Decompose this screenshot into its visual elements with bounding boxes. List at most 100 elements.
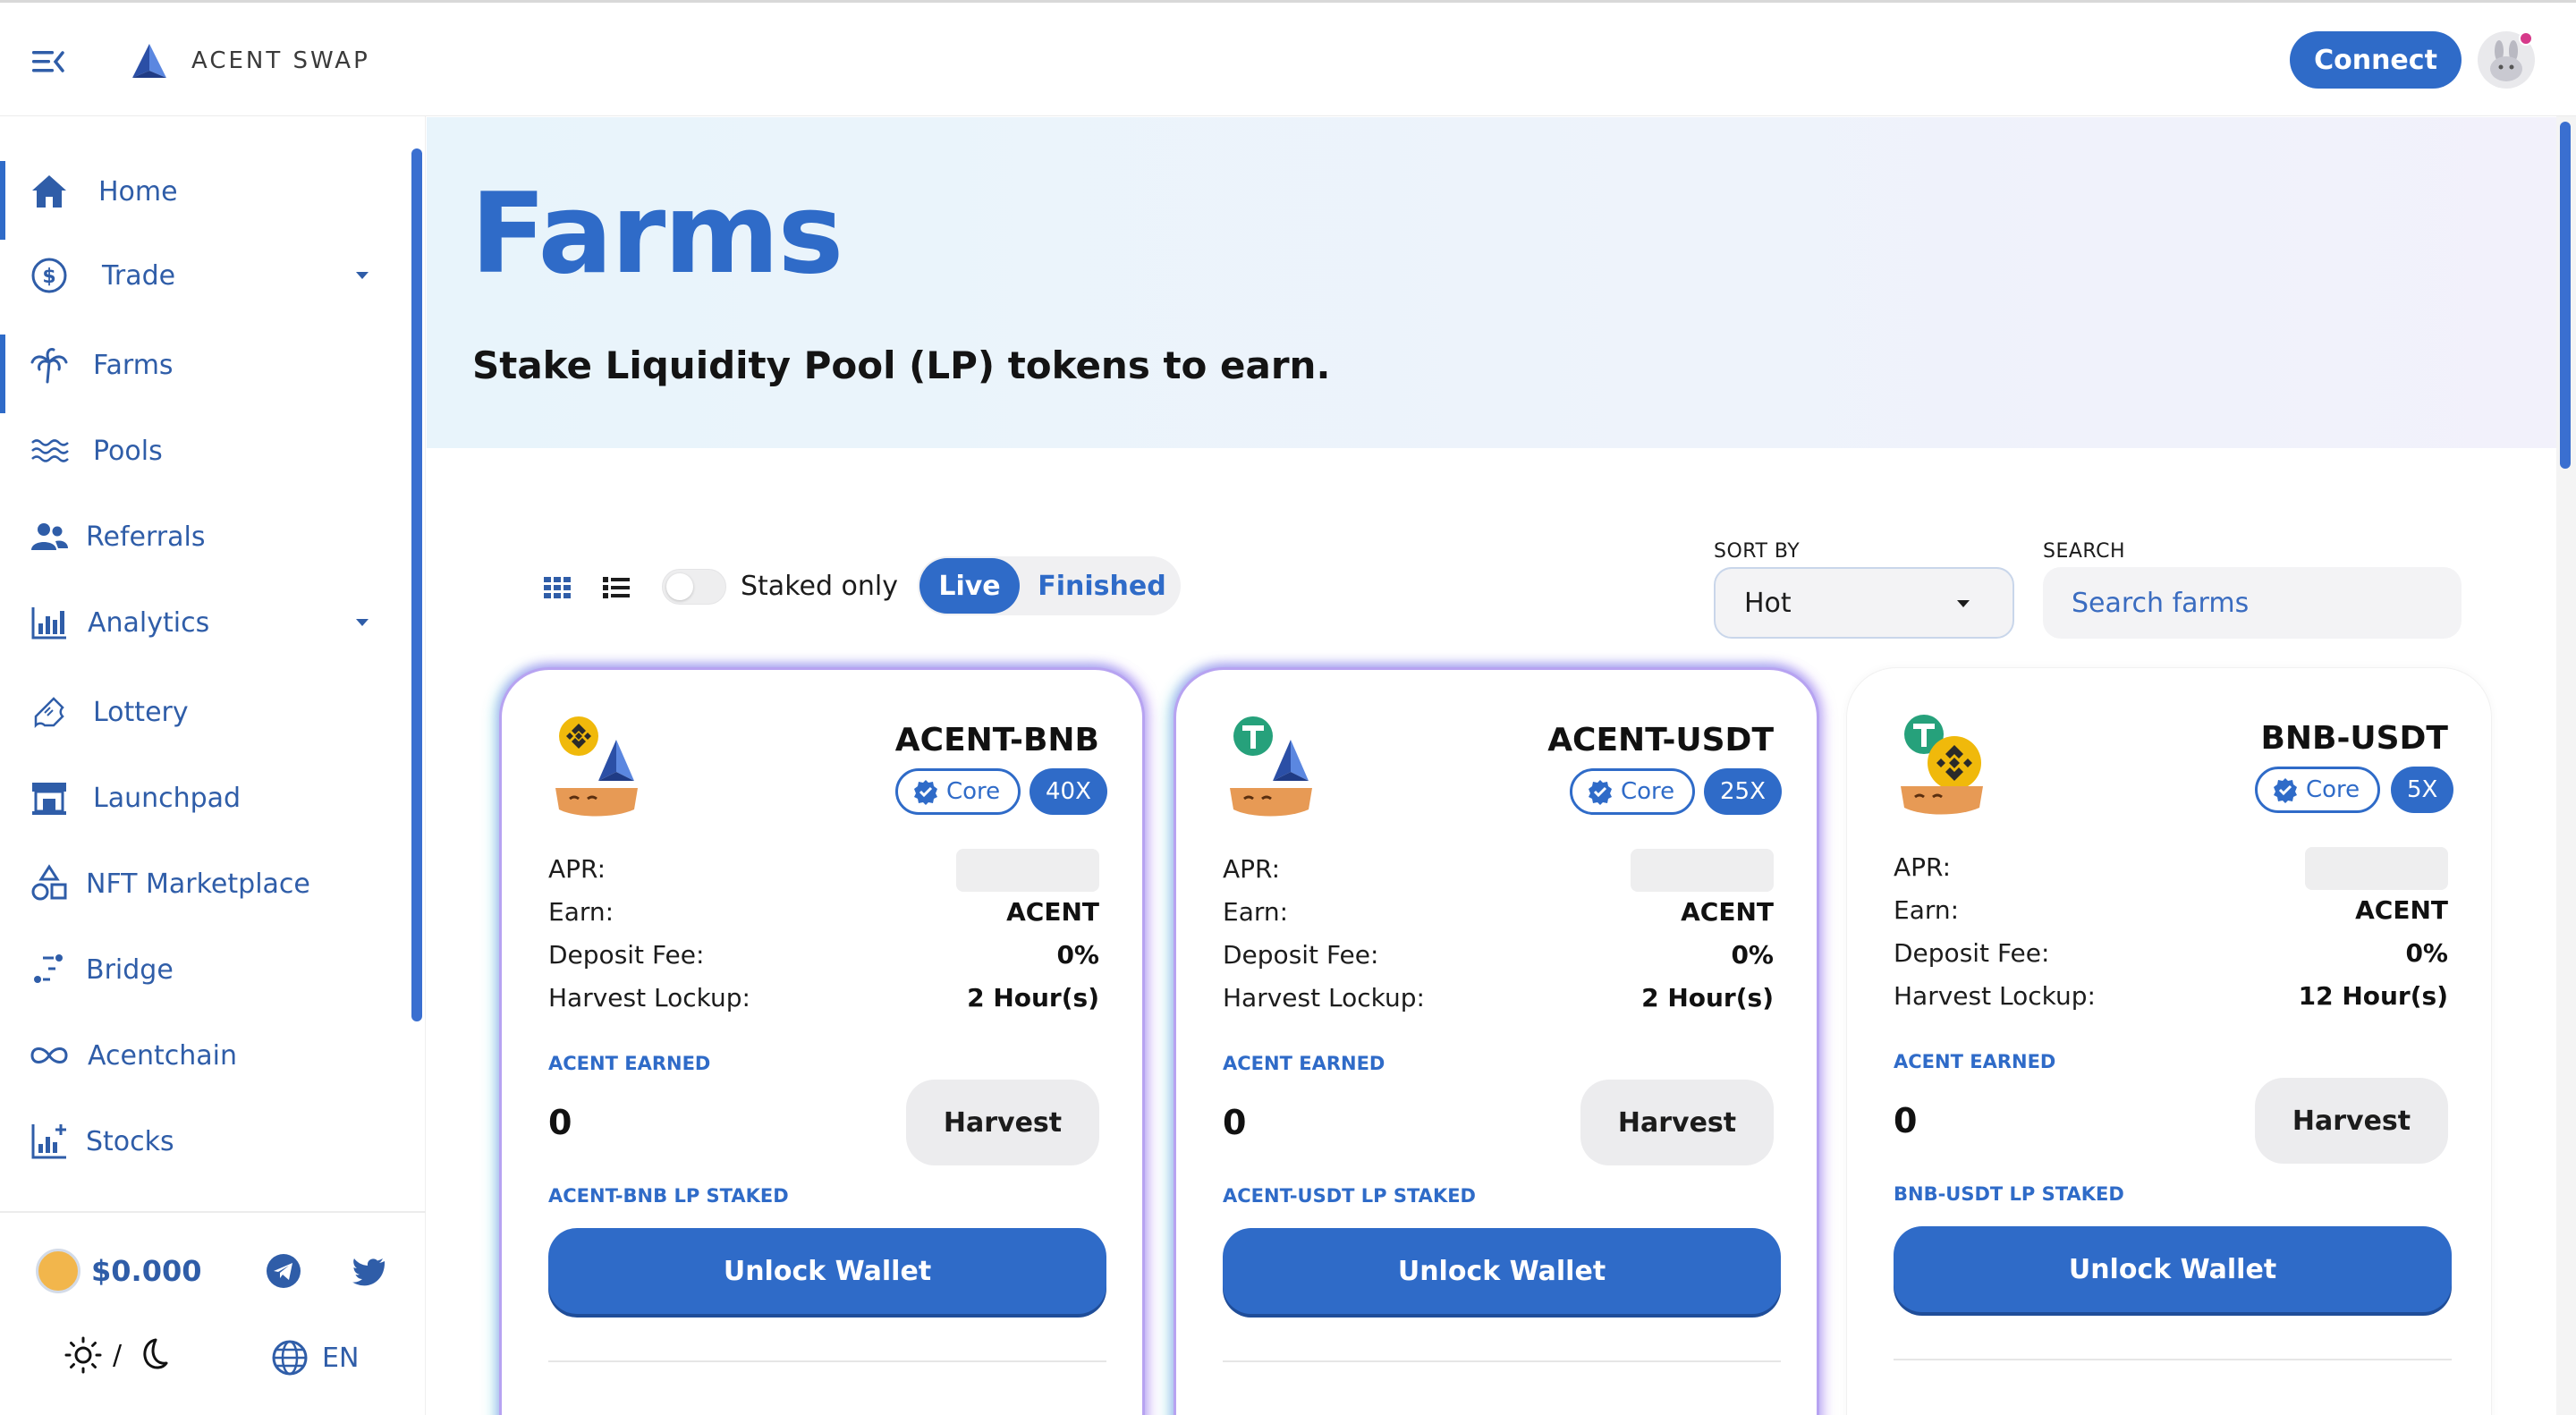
- search-input[interactable]: [2043, 567, 2462, 639]
- deposit-fee-value: 0%: [2405, 938, 2448, 968]
- sidebar-item-home[interactable]: Home: [0, 156, 402, 240]
- sidebar-item-label: Home: [98, 175, 178, 208]
- bridge-icon: [34, 954, 63, 983]
- sidebar-item-launchpad[interactable]: Launchpad: [0, 762, 402, 834]
- ticket-icon: [34, 697, 64, 729]
- deposit-fee-value: 0%: [1731, 940, 1774, 970]
- sidebar-divider: [0, 1211, 426, 1213]
- acent-logo-icon[interactable]: [129, 42, 170, 81]
- sidebar-scrollbar[interactable]: [411, 148, 422, 1021]
- multiplier-badge: 5X: [2391, 767, 2454, 813]
- deposit-fee-label: Deposit Fee:: [1223, 940, 1379, 970]
- verified-icon: [914, 780, 937, 805]
- grid-view-icon[interactable]: [542, 574, 572, 599]
- sidebar-item-farms[interactable]: Farms: [0, 329, 402, 413]
- tab-finished[interactable]: Finished: [1029, 558, 1175, 614]
- apr-label: APR:: [1223, 854, 1281, 884]
- search-label: SEARCH: [2043, 540, 2126, 563]
- main-scrollbar[interactable]: [2560, 122, 2571, 469]
- sidebar-item-referrals[interactable]: Referrals: [0, 501, 402, 572]
- pair-name: BNB-USDT: [2260, 720, 2448, 757]
- sidebar-item-label: NFT Marketplace: [86, 868, 310, 900]
- core-badge-label: Core: [2306, 776, 2360, 803]
- sidebar-item-acentchain[interactable]: Acentchain: [0, 1020, 402, 1091]
- harvest-button[interactable]: Harvest: [906, 1080, 1099, 1165]
- top-bar: ACENT SWAP Connect: [0, 0, 2576, 116]
- sidebar-item-label: Stocks: [86, 1125, 174, 1157]
- sidebar-item-bridge[interactable]: Bridge: [0, 934, 402, 1005]
- unlock-wallet-button[interactable]: Unlock Wallet: [548, 1228, 1106, 1314]
- multiplier-badge: 40X: [1030, 768, 1107, 815]
- home-icon: [32, 175, 66, 208]
- harvest-lockup-value: 2 Hour(s): [1641, 983, 1774, 1013]
- staked-only-label: Staked only: [741, 571, 898, 602]
- sidebar-item-stocks[interactable]: Stocks: [0, 1106, 402, 1177]
- sidebar-item-label: Referrals: [86, 521, 206, 553]
- sort-selected-value: Hot: [1744, 587, 1792, 619]
- brand-name[interactable]: ACENT SWAP: [191, 47, 370, 74]
- infinity-icon: [30, 1047, 68, 1063]
- list-view-icon[interactable]: [601, 574, 631, 599]
- sidebar-item-lottery[interactable]: Lottery: [0, 676, 402, 748]
- twitter-icon[interactable]: [351, 1252, 388, 1290]
- waves-icon: [31, 439, 69, 462]
- chevron-down-icon: [356, 619, 369, 626]
- moon-icon[interactable]: [131, 1335, 172, 1376]
- unlock-wallet-button[interactable]: Unlock Wallet: [1894, 1226, 2452, 1312]
- deposit-fee-label: Deposit Fee:: [548, 940, 705, 970]
- harvest-lockup-value: 2 Hour(s): [967, 983, 1099, 1013]
- harvest-button[interactable]: Harvest: [1580, 1080, 1774, 1165]
- token-price[interactable]: $0.000: [91, 1254, 201, 1288]
- card-divider: [548, 1360, 1106, 1362]
- acent-earned-label: ACENT EARNED: [548, 1053, 711, 1074]
- sidebar: Home $ Trade Farms Pools Referrals Analy…: [0, 116, 426, 1415]
- menu-collapse-icon[interactable]: [30, 46, 66, 78]
- pair-name: ACENT-BNB: [894, 722, 1099, 758]
- sidebar-item-label: Bridge: [86, 953, 174, 986]
- storefront-icon: [32, 783, 66, 815]
- lp-staked-label: ACENT-USDT LP STAKED: [1223, 1185, 1476, 1207]
- sidebar-item-nft-marketplace[interactable]: NFT Marketplace: [0, 848, 402, 919]
- shapes-icon: [31, 864, 67, 901]
- apr-loading-skeleton: [956, 849, 1099, 892]
- chevron-down-icon: [1957, 600, 1970, 607]
- sidebar-item-analytics[interactable]: Analytics: [0, 587, 402, 658]
- toggle-knob: [666, 573, 693, 600]
- sidebar-item-label: Pools: [93, 435, 163, 467]
- harvest-lockup-value: 12 Hour(s): [2298, 981, 2448, 1011]
- staked-only-toggle[interactable]: [662, 569, 726, 605]
- telegram-icon[interactable]: [265, 1252, 302, 1290]
- chevron-down-icon: [356, 272, 369, 279]
- acent-usdt-token-icon: [1230, 716, 1312, 817]
- core-badge-label: Core: [1621, 778, 1675, 805]
- harvest-button[interactable]: Harvest: [2255, 1078, 2448, 1164]
- stocks-icon: [31, 1124, 66, 1159]
- sun-icon[interactable]: [63, 1335, 104, 1376]
- sidebar-item-label: Launchpad: [93, 782, 242, 814]
- card-divider: [1894, 1359, 2452, 1360]
- language-label: EN: [322, 1342, 360, 1374]
- harvest-lockup-label: Harvest Lockup:: [548, 983, 750, 1013]
- theme-toggle[interactable]: /: [63, 1333, 172, 1377]
- theme-separator: /: [113, 1339, 123, 1371]
- verified-icon: [1589, 780, 1612, 805]
- lp-staked-label: ACENT-BNB LP STAKED: [548, 1185, 789, 1207]
- earn-label: Earn:: [548, 897, 614, 927]
- sort-by-label: SORT BY: [1714, 540, 1801, 563]
- earn-value: ACENT: [2355, 895, 2448, 925]
- language-selector[interactable]: EN: [270, 1338, 359, 1377]
- farm-card-acent-bnb: ACENT-BNB Core 40X APR: Earn: ACENT Depo…: [499, 667, 1145, 1415]
- acent-earned-value: 0: [548, 1103, 572, 1142]
- pair-name: ACENT-USDT: [1547, 722, 1774, 758]
- connect-button[interactable]: Connect: [2290, 31, 2462, 89]
- sort-select[interactable]: Hot: [1714, 567, 2014, 639]
- earn-value: ACENT: [1681, 897, 1774, 927]
- harvest-lockup-label: Harvest Lockup:: [1894, 981, 2096, 1011]
- tab-live[interactable]: Live: [919, 558, 1020, 614]
- multiplier-badge: 25X: [1704, 768, 1782, 815]
- unlock-wallet-button[interactable]: Unlock Wallet: [1223, 1228, 1781, 1314]
- core-badge: Core: [2255, 767, 2381, 813]
- sidebar-item-trade[interactable]: $ Trade: [0, 240, 402, 311]
- sidebar-item-pools[interactable]: Pools: [0, 415, 402, 487]
- acent-earned-value: 0: [1894, 1101, 1918, 1140]
